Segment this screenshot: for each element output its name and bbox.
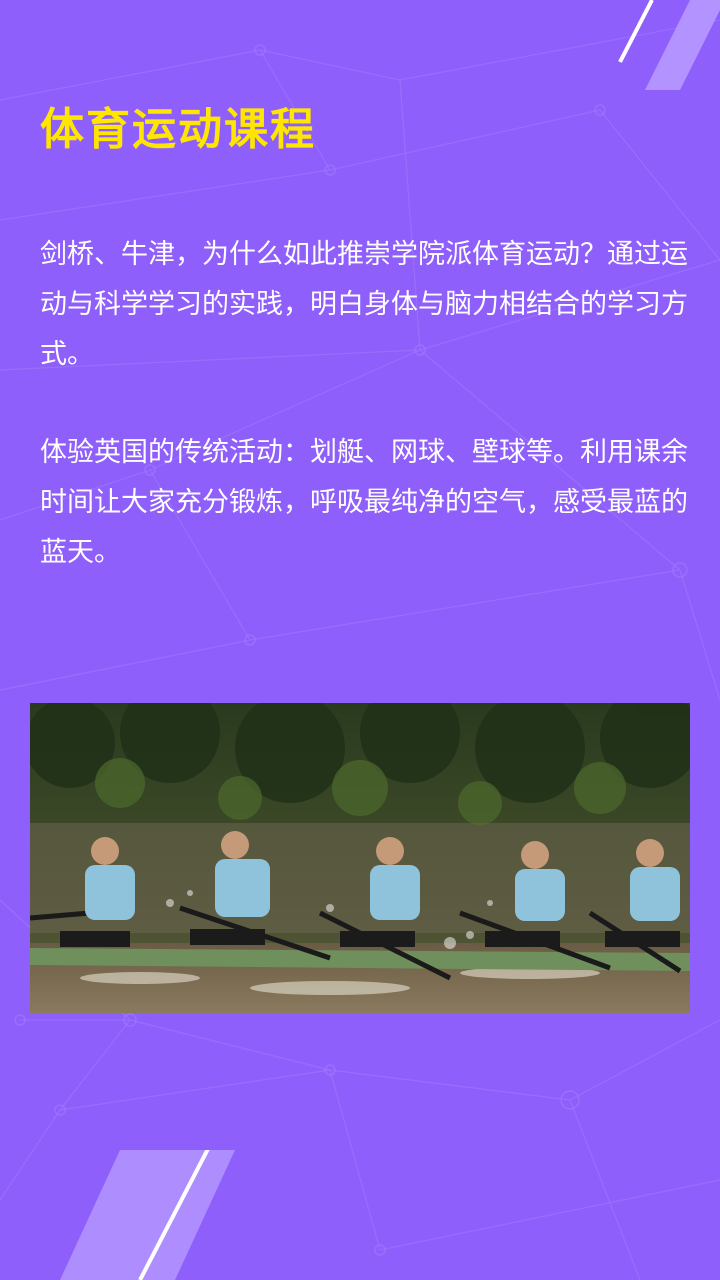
intro-paragraph: 剑桥、牛津，为什么如此推崇学院派体育运动？通过运动与科学学习的实践，明白身体与脑… bbox=[40, 239, 688, 370]
decorative-stripes-top bbox=[618, 0, 720, 90]
activities-paragraph: 体验英国的传统活动：划艇、网球、壁球等。利用课余时间让大家充分锻炼，呼吸最纯净的… bbox=[40, 437, 688, 568]
rowing-crew-photo bbox=[30, 703, 690, 1013]
page-title: 体育运动课程 bbox=[40, 104, 316, 155]
page: 体育运动课程 剑桥、牛津，为什么如此推崇学院派体育运动？通过运动与科学学习的实践… bbox=[0, 0, 720, 1280]
background-network-pattern bbox=[0, 19, 720, 1280]
decorative-stripes-bottom bbox=[60, 1150, 235, 1280]
